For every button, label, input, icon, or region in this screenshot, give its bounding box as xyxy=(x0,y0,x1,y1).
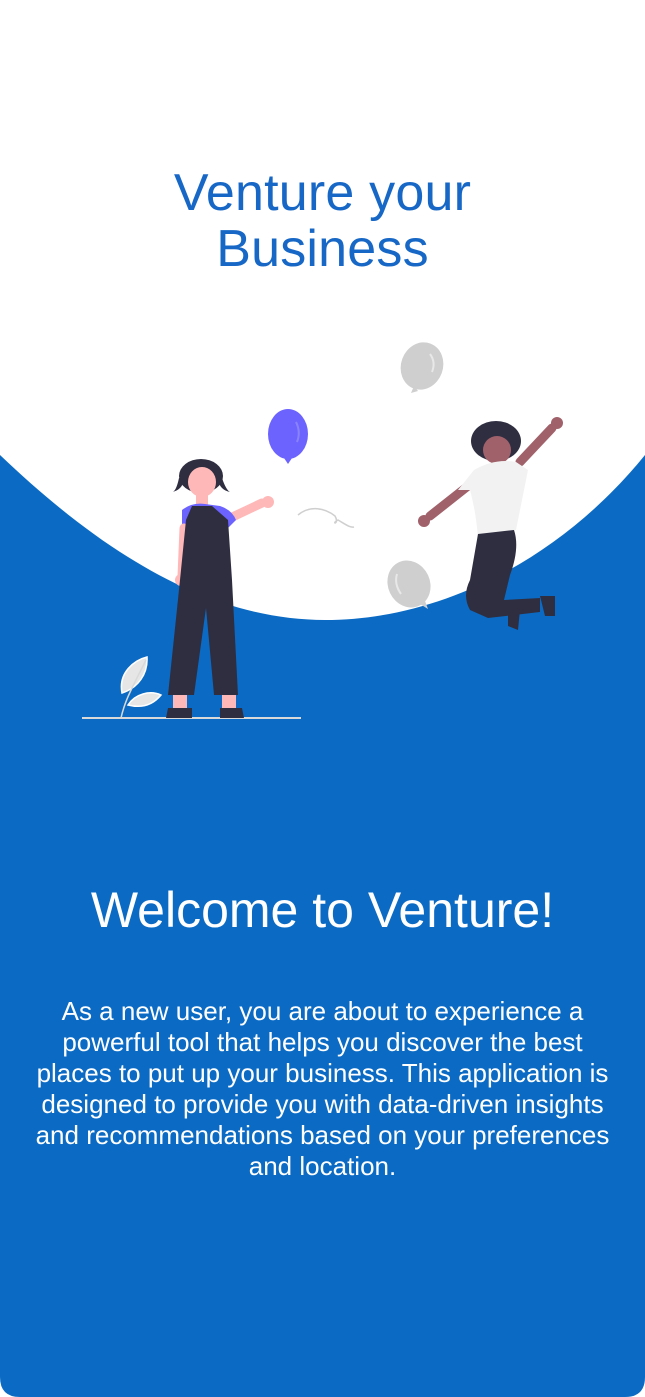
hero-title-line1: Venture your xyxy=(173,164,472,222)
welcome-title: Welcome to Venture! xyxy=(90,882,555,938)
balloon-string xyxy=(297,508,355,528)
welcome-description: As a new user, you are about to experien… xyxy=(35,996,610,1181)
purple-balloon-icon xyxy=(268,409,308,464)
standing-woman-figure xyxy=(166,459,274,718)
jumping-woman-figure xyxy=(418,417,563,630)
hero-title: Venture your Business xyxy=(0,165,645,277)
leaf-icon xyxy=(120,656,163,719)
hero-title-line2: Business xyxy=(216,220,429,278)
gray-balloon-icon xyxy=(400,342,444,393)
onboarding-screen: Venture your Business Welcome to Venture… xyxy=(0,0,645,1397)
celebration-illustration xyxy=(82,342,563,719)
gray-balloon-icon-2 xyxy=(387,560,431,609)
